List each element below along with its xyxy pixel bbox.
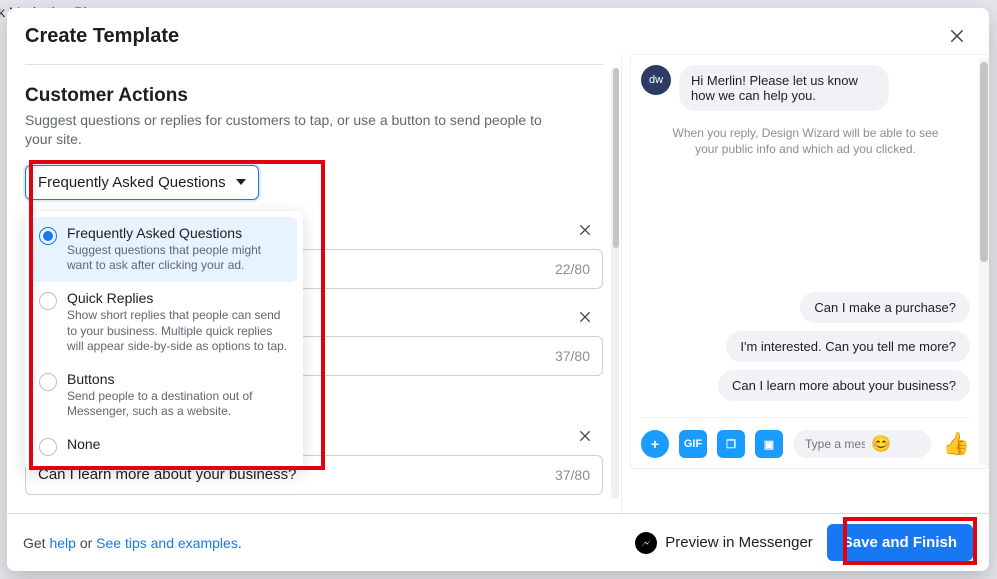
dropdown-option-quick-replies[interactable]: Quick Replies Show short replies that pe…: [31, 282, 297, 363]
greeting-message: Hi Merlin! Please let us know how we can…: [679, 65, 889, 111]
suggested-reply-1[interactable]: Can I make a purchase?: [800, 292, 970, 323]
help-link[interactable]: help: [49, 535, 75, 551]
modal-close-button[interactable]: [943, 22, 971, 50]
option-title: None: [67, 436, 289, 452]
question-3-remove[interactable]: [573, 424, 597, 451]
dropdown-option-buttons[interactable]: Buttons Send people to a destination out…: [31, 363, 297, 428]
section-title: Customer Actions: [25, 85, 603, 107]
option-desc: Show short replies that people can send …: [67, 308, 289, 355]
reply-privacy-note: When you reply, Design Wizard will be ab…: [671, 125, 941, 157]
message-input[interactable]: [805, 437, 865, 451]
dropdown-option-faq[interactable]: Frequently Asked Questions Suggest quest…: [31, 217, 297, 282]
close-icon: [577, 428, 593, 444]
option-title: Frequently Asked Questions: [67, 225, 289, 241]
close-icon: [577, 309, 593, 325]
chevron-down-icon: [236, 179, 246, 185]
close-icon: [577, 222, 593, 238]
add-attachment-icon[interactable]: +: [641, 430, 669, 458]
option-desc: Suggest questions that people might want…: [67, 243, 289, 274]
footer-help: Get help or See tips and examples.: [23, 535, 242, 551]
section-subtitle: Suggest questions or replies for custome…: [25, 111, 545, 149]
modal-title: Create Template: [25, 25, 179, 48]
messenger-icon: [635, 532, 657, 554]
suggested-reply-2[interactable]: I'm interested. Can you tell me more?: [726, 331, 970, 362]
option-title: Quick Replies: [67, 290, 289, 306]
preview-label: Preview in Messenger: [665, 534, 813, 551]
suggested-reply-3[interactable]: Can I learn more about your business?: [718, 370, 970, 401]
left-scrollbar[interactable]: [611, 68, 619, 499]
right-scrollbar[interactable]: [979, 58, 989, 465]
radio-icon: [39, 438, 57, 456]
question-2-counter: 37/80: [555, 348, 590, 364]
image-icon[interactable]: ▣: [755, 430, 783, 458]
like-icon[interactable]: 👍: [943, 431, 970, 457]
option-desc: Send people to a destination out of Mess…: [67, 389, 289, 420]
radio-icon: [39, 227, 57, 245]
dropdown-option-none[interactable]: None: [31, 428, 297, 464]
sticker-icon[interactable]: ❐: [717, 430, 745, 458]
preview-in-messenger[interactable]: Preview in Messenger: [635, 532, 813, 554]
create-template-modal: Create Template Customer Actions Suggest…: [7, 8, 989, 571]
question-3-counter: 37/80: [555, 467, 590, 483]
radio-icon: [39, 292, 57, 310]
customer-actions-dropdown[interactable]: Frequently Asked Questions: [25, 165, 259, 200]
gif-icon[interactable]: GIF: [679, 430, 707, 458]
dropdown-selected-label: Frequently Asked Questions: [38, 174, 226, 191]
page-avatar: dw: [641, 65, 671, 95]
radio-icon: [39, 373, 57, 391]
option-title: Buttons: [67, 371, 289, 387]
emoji-icon[interactable]: 😊: [871, 434, 891, 454]
close-icon: [948, 27, 966, 45]
question-2-remove[interactable]: [573, 305, 597, 332]
question-1-remove[interactable]: [573, 218, 597, 245]
question-1-counter: 22/80: [555, 261, 590, 277]
preview-pane: dw Hi Merlin! Please let us know how we …: [630, 54, 989, 469]
message-input-wrap: 😊: [793, 430, 931, 458]
tips-link[interactable]: See tips and examples: [96, 535, 238, 551]
dropdown-menu: Frequently Asked Questions Suggest quest…: [25, 211, 303, 470]
save-and-finish-button[interactable]: Save and Finish: [827, 524, 973, 561]
